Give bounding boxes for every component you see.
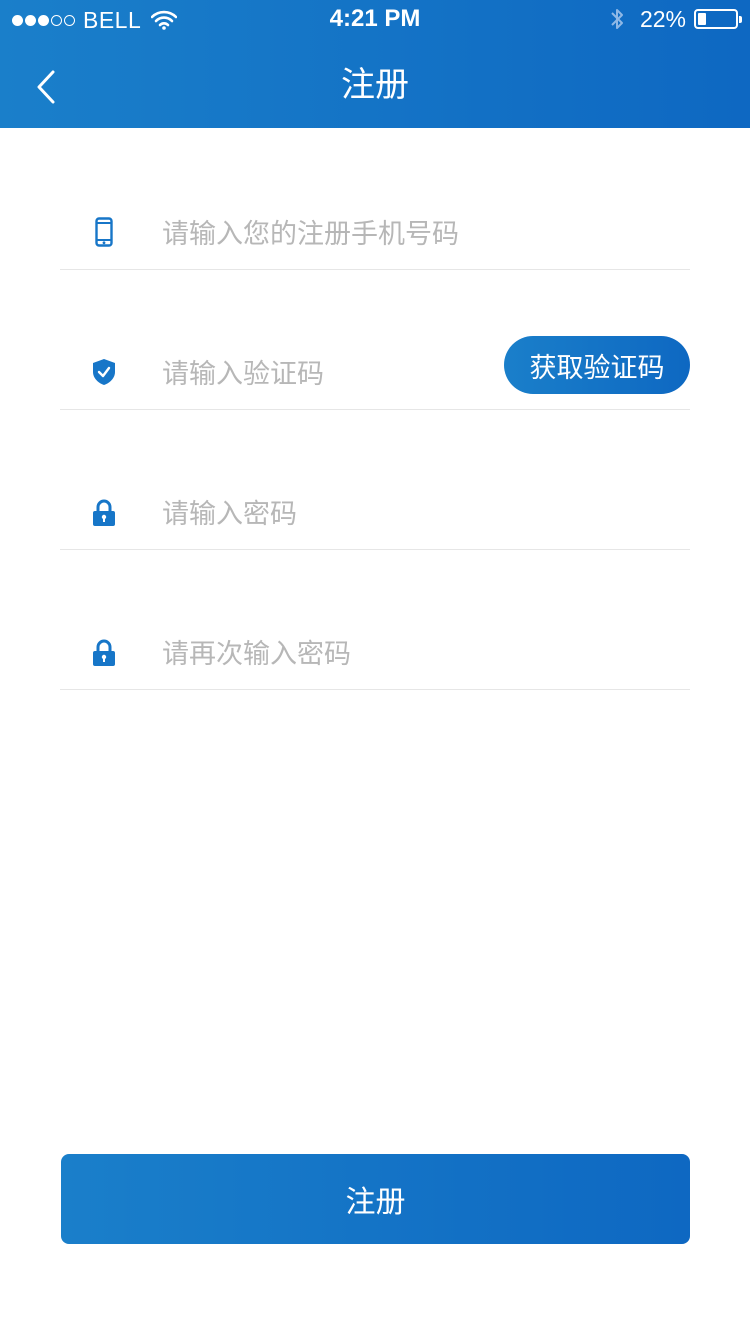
phone-icon [92, 217, 116, 247]
confirm-password-input[interactable] [162, 630, 682, 678]
get-code-button[interactable]: 获取验证码 [504, 336, 690, 394]
header: BELL 4:21 PM 22% 注册 [0, 0, 750, 128]
status-bar: BELL 4:21 PM 22% [0, 0, 750, 40]
register-button[interactable]: 注册 [61, 1154, 690, 1244]
status-right: 22% [610, 5, 742, 33]
shield-check-icon [92, 357, 116, 387]
confirm-password-field-row [60, 550, 690, 690]
phone-field-row [60, 130, 690, 270]
lock-icon [92, 638, 116, 668]
code-input[interactable] [162, 350, 482, 398]
password-field-row [60, 410, 690, 550]
lock-icon [92, 498, 116, 528]
code-field-row: 获取验证码 [60, 270, 690, 410]
battery-fill [698, 13, 706, 25]
password-input[interactable] [162, 490, 682, 538]
battery-icon [694, 9, 742, 29]
battery-percent: 22% [639, 5, 686, 32]
page-title: 注册 [341, 65, 409, 105]
phone-input[interactable] [162, 210, 682, 258]
bluetooth-icon [611, 9, 623, 29]
